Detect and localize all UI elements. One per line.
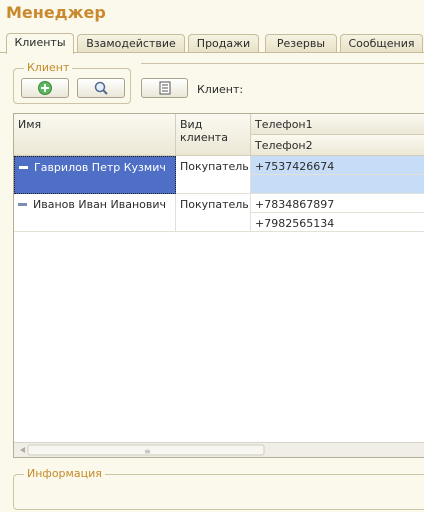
tab-interaction[interactable]: Взамодействие [77,34,185,53]
add-icon [38,81,52,95]
tab-clients[interactable]: Клиенты [6,33,74,54]
column-header-type[interactable]: Вид клиента [176,114,251,156]
search-icon [94,81,108,95]
scrollbar-track: ≡ [20,444,265,456]
table-cell-type[interactable]: Покупатель [176,194,251,232]
list-icon [159,81,170,95]
list-button[interactable] [141,78,188,98]
scroll-left-icon [20,447,25,453]
add-client-button[interactable] [21,78,69,98]
tab-sales[interactable]: Продажи [188,34,259,53]
table-cell-phone1[interactable]: +7537426674 [251,156,424,175]
tab-messages[interactable]: Сообщения [340,34,423,53]
column-header-phone1[interactable]: Телефон1 [251,114,424,135]
table-cell-type[interactable]: Покупатель [176,156,251,194]
table-row-name[interactable]: Иванов Иван Иванович [14,194,176,232]
table-cell-phone1[interactable]: +7834867897 [251,194,424,213]
scroll-grip-icon: ≡ [144,447,151,456]
column-header-phone2[interactable]: Телефон2 [251,135,424,156]
client-group: Клиент [13,61,131,104]
horizontal-scrollbar[interactable]: ≡ [14,442,424,457]
row-marker-icon [19,165,28,169]
information-group: Информация [13,467,424,510]
row-marker-icon [18,202,27,206]
table-row-name[interactable]: Гаврилов Петр Кузмич [14,156,176,194]
window-title: Менеджер [6,3,106,22]
tab-strip: Клиенты Взамодействие Продажи Резервы Со… [4,33,424,54]
information-label: Информация [24,467,105,480]
search-button[interactable] [77,78,125,98]
column-header-name[interactable]: Имя [14,114,176,156]
client-group-label: Клиент [24,61,73,74]
client-label: Клиент: [197,83,244,96]
tab-reserves[interactable]: Резервы [265,34,337,53]
toolbar-separator [141,63,424,64]
table-cell-phone2[interactable]: +7982565134 [251,213,424,232]
table-cell-phone2[interactable] [251,175,424,194]
clients-table: Имя Вид клиента Телефон1 Телефон2 Гаврил… [13,113,424,458]
